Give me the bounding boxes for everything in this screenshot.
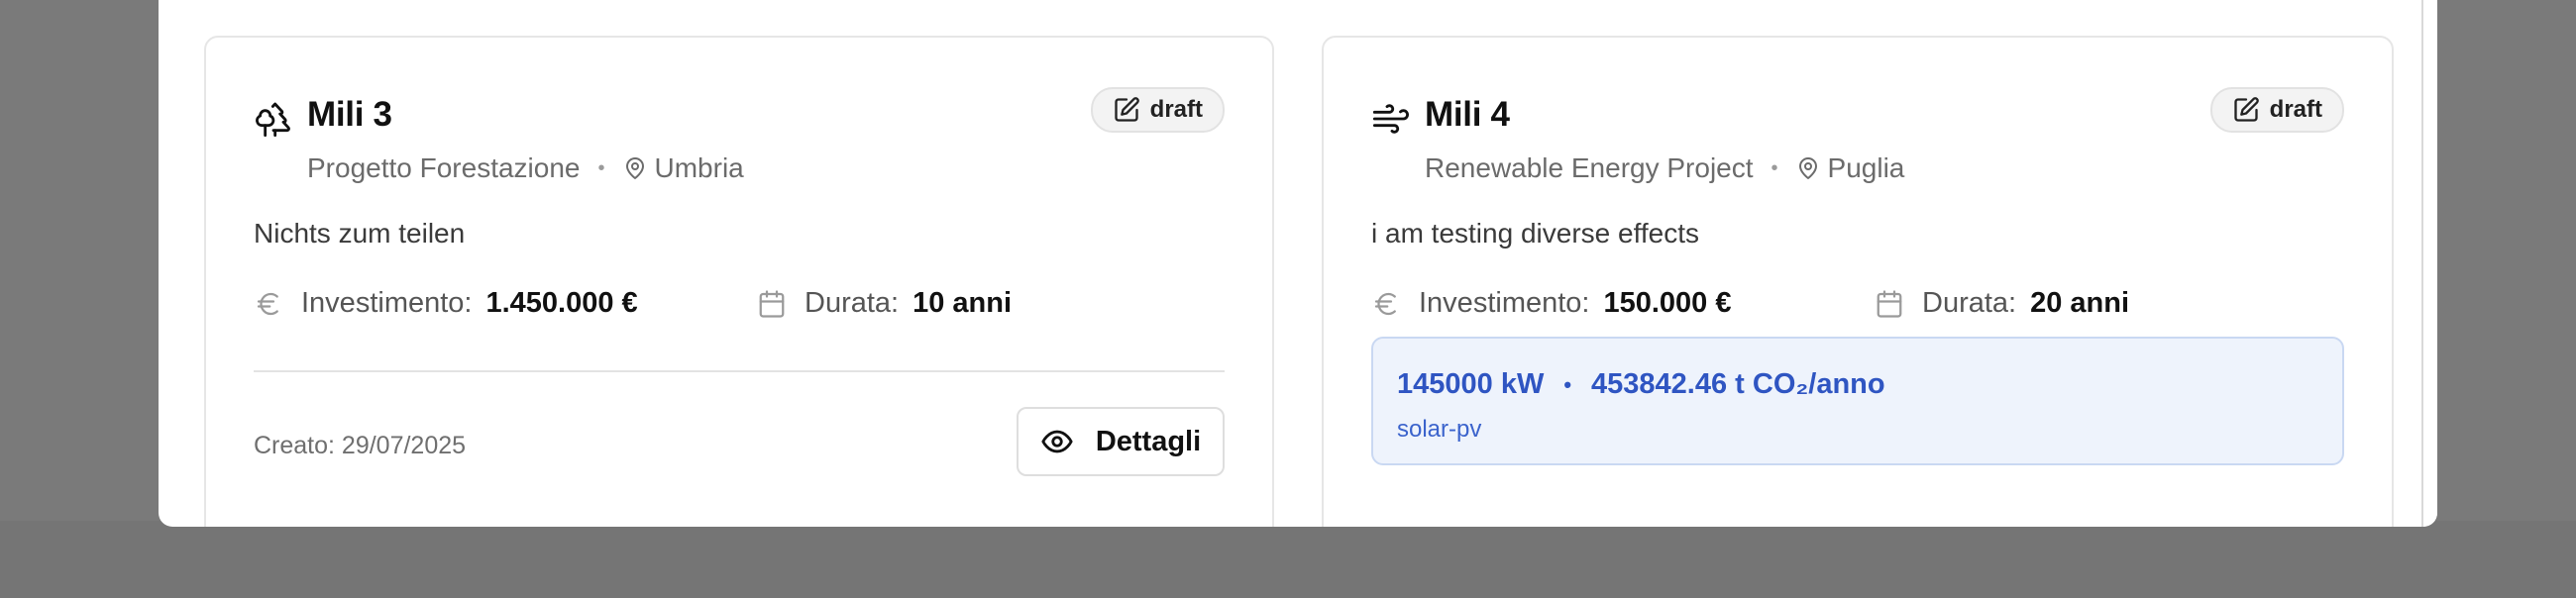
card-divider	[254, 370, 1225, 372]
edit-icon	[1114, 97, 1139, 122]
backdrop-strip	[0, 521, 2576, 598]
duration-value: 10 anni	[912, 287, 1013, 319]
project-description: i am testing diverse effects	[1371, 218, 1699, 249]
investment-value: 150.000 €	[1603, 287, 1732, 319]
investment-label: Investimento:	[1419, 287, 1590, 319]
project-category: Renewable Energy Project	[1425, 152, 1754, 183]
project-title: Mili 4	[1425, 95, 1510, 134]
duration-value: 20 anni	[2030, 287, 2130, 319]
status-label: draft	[1149, 96, 1203, 123]
details-button[interactable]: Dettagli	[1017, 407, 1225, 476]
duration-label: Durata:	[805, 287, 900, 319]
wind-icon	[1371, 99, 1411, 139]
separator-dot: •	[1563, 371, 1572, 397]
separator-dot: •	[1771, 156, 1778, 179]
edit-icon	[2233, 97, 2259, 122]
project-modal: Mili 3 Progetto Forestazione • Umbria dr…	[159, 0, 2437, 527]
trees-icon	[254, 99, 293, 139]
duration-stat: Durata: 10 anni	[757, 287, 1012, 320]
calendar-icon	[759, 289, 785, 318]
investment-value: 1.450.000 €	[485, 287, 638, 319]
project-card-mili-3: Mili 3 Progetto Forestazione • Umbria dr…	[204, 36, 1274, 527]
project-category: Progetto Forestazione	[307, 152, 581, 183]
modal-scrollbar[interactable]	[2421, 0, 2437, 527]
project-location: Umbria	[654, 152, 744, 183]
euro-icon	[257, 292, 278, 315]
energy-co2: 453842.46 t CO₂/anno	[1591, 368, 1885, 400]
project-description: Nichts zum teilen	[254, 218, 466, 249]
energy-technology: solar-pv	[1397, 416, 1482, 443]
project-meta: Progetto Forestazione • Umbria	[307, 152, 744, 184]
energy-metrics: 145000 kW • 453842.46 t CO₂/anno	[1397, 368, 1885, 401]
project-location: Puglia	[1827, 152, 1905, 183]
project-card-mili-4: Mili 4 Renewable Energy Project • Puglia…	[1322, 36, 2394, 527]
euro-icon	[1374, 292, 1396, 315]
map-pin-icon	[625, 157, 644, 179]
map-pin-icon	[1798, 157, 1817, 179]
energy-info-box: 145000 kW • 453842.46 t CO₂/anno solar-p…	[1371, 337, 2344, 465]
created-date: Creato: 29/07/2025	[254, 432, 467, 459]
duration-stat: Durata: 20 anni	[1875, 287, 2129, 320]
details-label: Dettagli	[1095, 425, 1202, 457]
duration-label: Durata:	[1922, 287, 2017, 319]
status-label: draft	[2269, 96, 2322, 123]
investment-stat: Investimento: 150.000 €	[1371, 287, 1732, 320]
eye-icon	[1041, 430, 1073, 453]
energy-power: 145000 kW	[1397, 368, 1545, 400]
investment-stat: Investimento: 1.450.000 €	[254, 287, 638, 320]
status-badge: draft	[2209, 87, 2344, 133]
calendar-icon	[1877, 289, 1902, 318]
separator-dot: •	[597, 156, 605, 179]
project-meta: Renewable Energy Project • Puglia	[1425, 152, 1904, 184]
investment-label: Investimento:	[301, 287, 473, 319]
status-badge: draft	[1090, 87, 1225, 133]
project-title: Mili 3	[307, 95, 392, 134]
